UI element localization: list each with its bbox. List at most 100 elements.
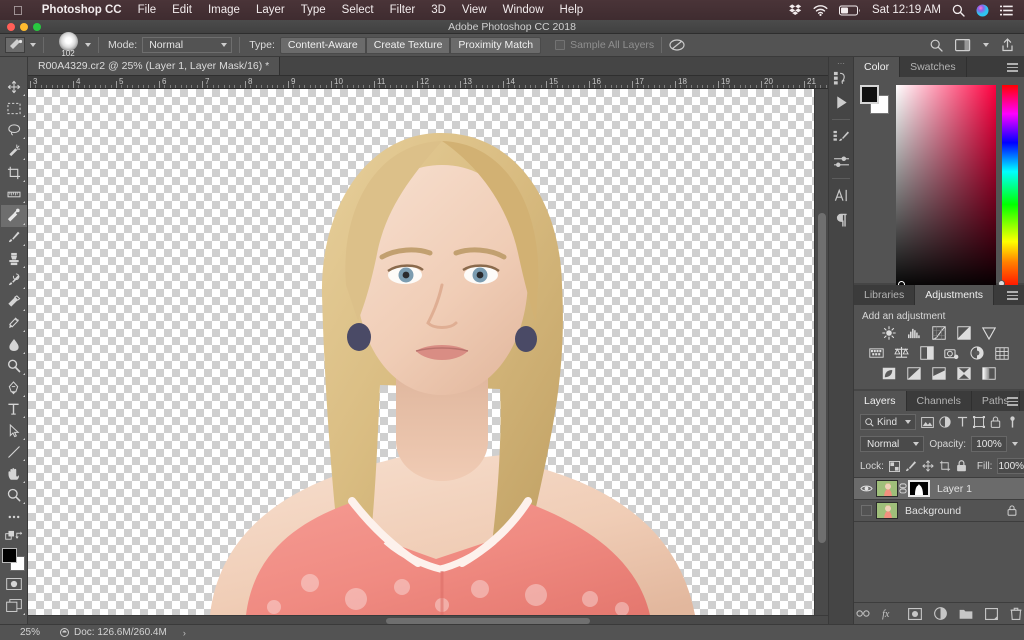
menu-item-select[interactable]: Select [334,4,382,16]
posterize-icon[interactable] [905,365,923,381]
layer-mask-thumbnail-layer1[interactable] [908,480,930,497]
pixel-filter-icon[interactable] [921,415,935,430]
share-icon[interactable] [1001,38,1014,52]
tab-swatches[interactable]: Swatches [900,57,967,77]
brush-tool[interactable] [1,227,27,249]
menu-item-photoshop[interactable]: Photoshop CC [34,4,130,16]
shape-filter-icon[interactable] [972,415,985,430]
curves-icon[interactable] [930,325,948,341]
channel-mixer-icon[interactable] [968,345,986,361]
battery-icon[interactable] [838,5,861,16]
lock-transparent-pixels-icon[interactable] [888,459,900,473]
type-create-texture-button[interactable]: Create Texture [365,36,451,54]
layer-visibility-toggle-layer1[interactable] [856,484,876,493]
canvas-vertical-scrollbar[interactable] [814,89,828,615]
new-layer-icon[interactable] [985,607,998,620]
search-icon[interactable] [930,39,943,52]
vibrance-icon[interactable] [980,325,998,341]
gradient-map-icon[interactable] [980,365,998,381]
move-tool[interactable] [1,76,27,98]
canvas-area[interactable] [28,89,828,615]
layer-thumbnail-background[interactable] [876,502,898,519]
crop-tool[interactable] [1,162,27,184]
color-panel-swatches[interactable] [860,85,890,115]
horizontal-ruler[interactable]: 3 4 5 6 7 8 9 10 11 12 13 14 15 16 17 18 19 20 21 [28,76,828,89]
quick-mask-icon[interactable] [1,574,27,596]
tab-layers[interactable]: Layers [854,391,907,411]
default-colors-swap[interactable] [1,528,27,544]
color-swatches[interactable] [1,547,26,572]
menu-item-edit[interactable]: Edit [164,4,200,16]
color-panel-foreground-swatch[interactable] [860,85,879,104]
blend-mode-select[interactable]: Normal [860,436,925,452]
black-white-icon[interactable] [918,345,936,361]
link-layers-icon[interactable] [856,609,870,618]
tab-libraries[interactable]: Libraries [854,285,916,305]
tab-adjustments[interactable]: Adjustments [915,285,995,305]
selective-color-icon[interactable] [955,365,973,381]
pressure-toggle-icon[interactable] [669,38,685,53]
dodge-tool[interactable] [1,356,27,378]
spotlight-search-icon[interactable] [952,4,965,17]
menu-item-filter[interactable]: Filter [382,4,424,16]
menu-item-3d[interactable]: 3D [423,4,454,16]
layer-style-icon[interactable]: fx [882,608,896,620]
menu-item-image[interactable]: Image [200,4,248,16]
menu-item-file[interactable]: File [130,4,165,16]
brush-settings-panel-icon[interactable] [829,124,853,149]
photo-filter-icon[interactable] [943,345,961,361]
hand-tool[interactable] [1,463,27,485]
zoom-level[interactable]: 25% [0,627,60,638]
menu-bar-clock[interactable]: Sat 12:19 AM [872,4,941,16]
lock-artboard-icon[interactable] [939,459,951,473]
delete-layer-icon[interactable] [1010,607,1022,620]
siri-icon[interactable] [976,4,989,17]
canvas-horizontal-scrollbar[interactable] [28,615,828,624]
layer-name-background[interactable]: Background [905,505,1007,517]
color-panel-menu-icon[interactable] [1007,63,1018,74]
document-tab[interactable]: R00A4329.cr2 @ 25% (Layer 1, Layer Mask/… [28,57,281,75]
rectangular-marquee-tool[interactable] [1,98,27,120]
menu-item-window[interactable]: Window [495,4,552,16]
vertical-scroll-thumb[interactable] [818,213,826,543]
hue-slider[interactable] [998,85,1018,291]
pen-tool[interactable] [1,377,27,399]
clone-stamp-tool[interactable] [1,248,27,270]
filter-toggle-icon[interactable] [1006,415,1018,430]
sample-all-layers-checkbox[interactable]: Sample All Layers [555,39,654,51]
brush-chevron-icon[interactable] [85,43,91,47]
exposure-icon[interactable] [955,325,973,341]
layer-thumbnail-layer1[interactable] [876,480,898,497]
character-panel-icon[interactable] [829,183,853,208]
paragraph-panel-icon[interactable] [829,208,853,233]
line-tool[interactable] [1,442,27,464]
notification-center-icon[interactable] [1000,5,1013,16]
menu-item-help[interactable]: Help [552,4,592,16]
document-size-info[interactable]: Doc: 126.6M/260.4M [60,627,167,638]
rail-grip-icon[interactable]: ⋯ [837,59,846,68]
eraser-tool[interactable] [1,291,27,313]
lock-image-pixels-icon[interactable] [905,459,917,473]
add-layer-mask-icon[interactable] [908,607,922,620]
wifi-icon[interactable] [813,4,828,16]
color-field[interactable] [896,85,996,291]
workspace-switcher-icon[interactable] [955,38,971,52]
new-adjustment-layer-icon[interactable] [934,607,947,620]
lock-position-icon[interactable] [922,459,934,473]
fill-value[interactable]: 100% [997,458,1024,474]
menu-item-view[interactable]: View [454,4,495,16]
layer-filter-kind-select[interactable]: Kind [860,414,917,430]
history-brush-tool[interactable] [1,270,27,292]
status-expand-arrow-icon[interactable]: › [183,628,186,638]
foreground-color-swatch[interactable] [1,547,17,563]
layer-visibility-toggle-background[interactable] [856,505,876,516]
adjustments-panel-menu-icon[interactable] [1007,291,1018,302]
color-balance-icon[interactable] [893,345,911,361]
apple-logo-icon[interactable]:  [13,4,23,17]
gradient-tool[interactable] [1,313,27,335]
smartobject-filter-icon[interactable] [990,415,1002,430]
opacity-value[interactable]: 100% [971,436,1007,452]
invert-icon[interactable] [880,365,898,381]
layer-row-background[interactable]: Background [854,500,1024,522]
quick-selection-tool[interactable] [1,141,27,163]
